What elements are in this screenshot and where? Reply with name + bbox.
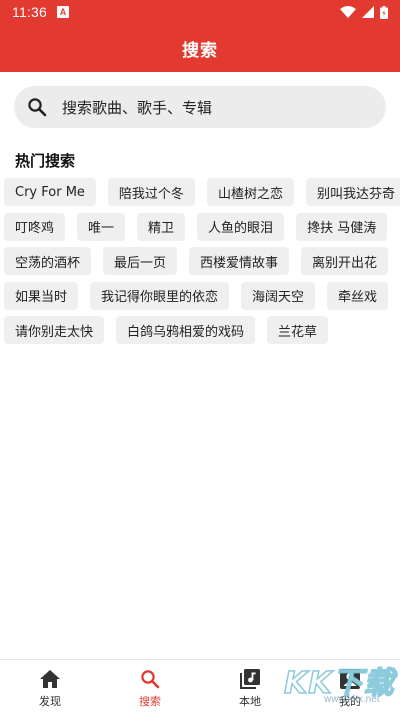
status-time: 11:36: [12, 4, 47, 20]
nav-label: 发现: [39, 695, 61, 708]
hot-search-tag[interactable]: Cry For Me: [4, 178, 96, 206]
hot-search-tag[interactable]: 唯一: [77, 212, 126, 241]
hot-search-tag[interactable]: 叮咚鸡: [4, 212, 66, 241]
tag-row: Cry For Me 陪我过个冬 山楂树之恋 别叫我达芬奇: [4, 178, 400, 206]
nav-item-local[interactable]: 本地: [200, 660, 300, 712]
tag-row: 空荡的酒杯 最后一页 西楼爱情故事 离别开出花: [4, 247, 396, 275]
hot-search-tag[interactable]: 山楂树之恋: [206, 178, 294, 206]
status-bar: 11:36 A: [0, 0, 400, 24]
search-placeholder: 搜索歌曲、歌手、专辑: [62, 98, 213, 117]
page-title: 搜索: [182, 40, 218, 61]
hot-search-tag[interactable]: 精卫: [137, 212, 186, 241]
tag-row: 叮咚鸡 唯一 精卫 人鱼的眼泪 搀扶 马健涛: [4, 212, 396, 241]
hot-search-tag[interactable]: 最后一页: [103, 247, 178, 275]
notification-icon: A: [57, 6, 69, 18]
nav-label: 搜索: [139, 695, 161, 708]
search-icon: [139, 668, 161, 690]
app-bar: 搜索: [0, 24, 400, 72]
hot-search-tag[interactable]: 西楼爱情故事: [189, 247, 290, 275]
hot-search-tag[interactable]: 兰花草: [267, 316, 329, 344]
hot-search-tag[interactable]: 我记得你眼里的依恋: [90, 281, 230, 310]
tag-row: 如果当时 我记得你眼里的依恋 海阔天空 牵丝戏: [4, 281, 396, 310]
hot-search-tag[interactable]: 空荡的酒杯: [4, 247, 92, 275]
hot-search-tag[interactable]: 牵丝戏: [327, 281, 389, 310]
hot-search-tag[interactable]: 离别开出花: [301, 247, 389, 275]
bottom-nav: 发现 搜索 本地 我的: [0, 659, 400, 712]
hot-search-title: 热门搜索: [15, 152, 76, 170]
tag-row: 请你别走太快 白鸽乌鸦相爱的戏码 兰花草: [4, 316, 396, 344]
nav-label: 我的: [339, 695, 361, 708]
wifi-icon: [340, 6, 356, 18]
nav-item-search[interactable]: 搜索: [100, 660, 200, 712]
signal-icon: [362, 6, 374, 18]
search-input[interactable]: 搜索歌曲、歌手、专辑: [14, 86, 386, 128]
home-icon: [39, 668, 61, 690]
search-icon: [26, 96, 48, 118]
music-library-icon: [239, 668, 261, 690]
hot-search-tag[interactable]: 陪我过个冬: [107, 178, 195, 206]
hot-search-tag[interactable]: 搀扶 马健涛: [296, 212, 388, 241]
hot-search-tag[interactable]: 白鸽乌鸦相爱的戏码: [116, 316, 256, 344]
hot-search-tag[interactable]: 海阔天空: [241, 281, 316, 310]
hot-search-tag[interactable]: 人鱼的眼泪: [197, 212, 285, 241]
hot-search-tag[interactable]: 请你别走太快: [4, 316, 105, 344]
nav-item-mine[interactable]: 我的: [300, 660, 400, 712]
hot-search-tag[interactable]: 如果当时: [4, 281, 79, 310]
hot-search-tag[interactable]: 别叫我达芬奇: [305, 178, 400, 206]
person-icon: [339, 668, 361, 690]
status-icons: [340, 5, 388, 19]
battery-icon: [380, 5, 388, 19]
nav-item-discover[interactable]: 发现: [0, 660, 100, 712]
nav-label: 本地: [239, 695, 261, 708]
hot-search-tags: Cry For Me 陪我过个冬 山楂树之恋 别叫我达芬奇 叮咚鸡 唯一 精卫 …: [4, 178, 400, 351]
